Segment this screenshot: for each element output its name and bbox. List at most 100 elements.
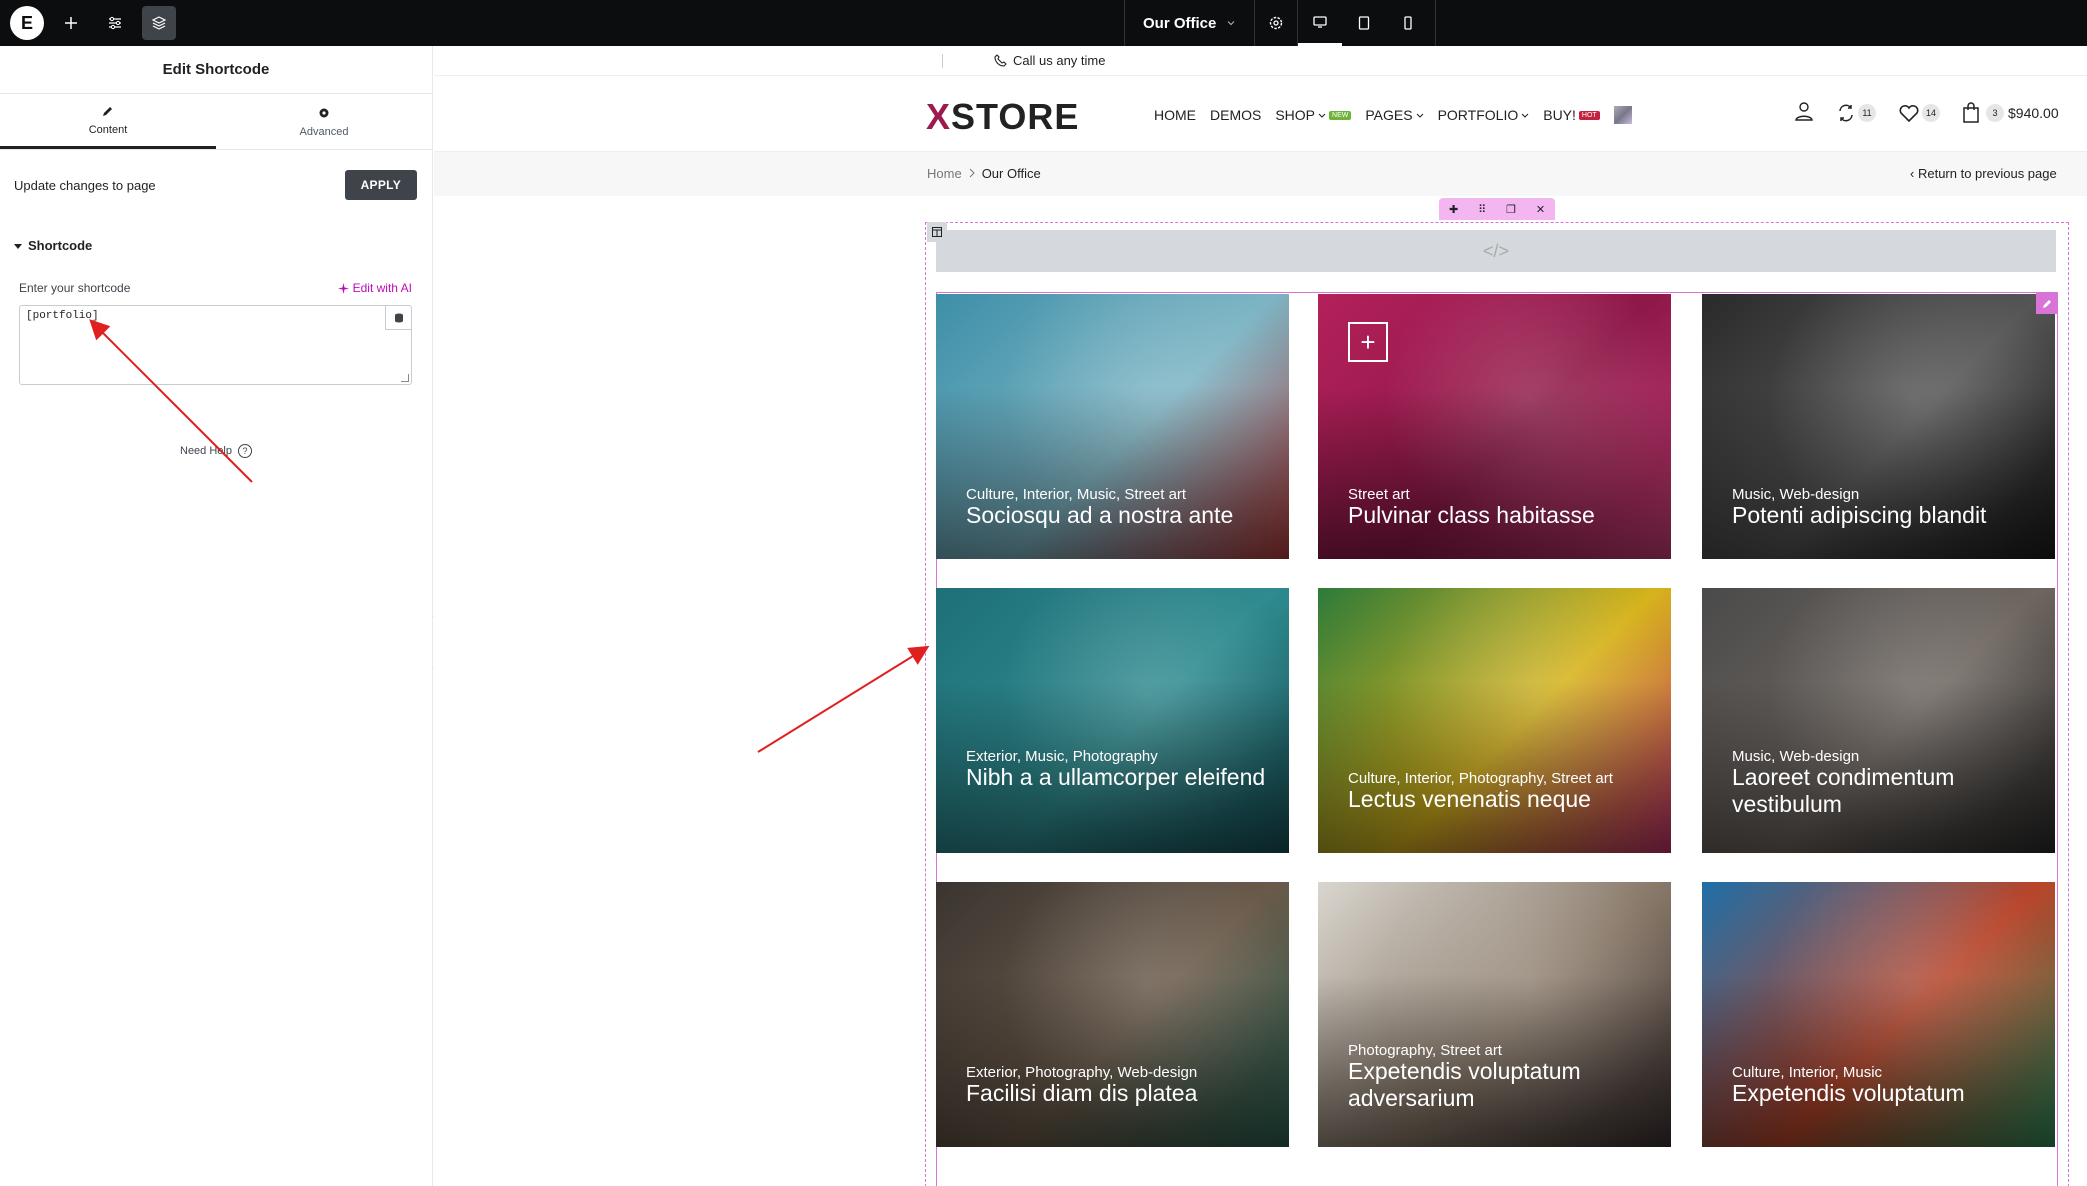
menu-item-portfolio[interactable]: PORTFOLIO <box>1438 107 1530 123</box>
chevron-left-icon: ‹ <box>1910 166 1915 181</box>
portfolio-category[interactable]: Culture, Interior, Photography, Street a… <box>1348 770 1613 787</box>
portfolio-title[interactable]: Lectus venenatis neque <box>1348 786 1648 813</box>
pencil-icon <box>103 107 112 116</box>
page-settings-button[interactable] <box>1254 0 1299 46</box>
tab-content[interactable]: Content <box>0 94 216 149</box>
return-link[interactable]: ‹ Return to previous page <box>1910 166 2057 181</box>
chevron-down-icon <box>1521 113 1529 118</box>
menu-item-buy[interactable]: BUY! HOT <box>1543 107 1600 123</box>
edit-with-ai-button[interactable]: Edit with AI <box>337 281 412 295</box>
column-icon <box>932 227 942 237</box>
menu-item-demos[interactable]: DEMOS <box>1210 107 1261 123</box>
return-link-label: Return to previous page <box>1917 166 2057 181</box>
close-icon[interactable]: ✕ <box>1536 203 1545 216</box>
column-handle[interactable] <box>927 222 947 242</box>
portfolio-category[interactable]: Music, Web-design <box>1732 486 1859 503</box>
mobile-view-button[interactable] <box>1386 0 1430 46</box>
cart-count: 3 <box>1986 103 2004 122</box>
chevron-down-icon <box>1318 113 1326 118</box>
page-selector[interactable]: Our Office <box>1124 0 1254 46</box>
hot-badge: HOT <box>1578 110 1600 120</box>
menu-item-shop[interactable]: SHOP NEW <box>1275 107 1352 123</box>
portfolio-title[interactable]: Expetendis voluptatum <box>1732 1080 2032 1107</box>
xstore-logo[interactable]: XSTORE <box>926 96 1079 138</box>
shortcode-input[interactable]: [portfolio] <box>19 305 412 385</box>
breadcrumb-home[interactable]: Home <box>927 166 962 181</box>
desktop-view-button[interactable] <box>1298 0 1343 46</box>
portfolio-category[interactable]: Photography, Street art <box>1348 1042 1502 1059</box>
cart-button[interactable]: 3 $940.00 <box>1962 101 2059 124</box>
portfolio-category[interactable]: Culture, Interior, Music <box>1732 1064 1882 1081</box>
main-menu: HOME DEMOS SHOP NEW PAGES PORTFOLIO BUY!… <box>1154 106 1632 124</box>
shortcode-value: [portfolio] <box>26 310 99 322</box>
shortcode-field-label-row: Enter your shortcode Edit with AI <box>0 281 432 295</box>
portfolio-category[interactable]: Exterior, Photography, Web-design <box>966 1064 1197 1081</box>
chevron-down-icon <box>1227 21 1235 26</box>
menu-item-pages[interactable]: PAGES <box>1365 107 1423 123</box>
shortcode-section-toggle[interactable]: Shortcode <box>0 238 432 253</box>
edit-widget-button[interactable] <box>2036 292 2058 314</box>
portfolio-title[interactable]: Sociosqu ad a nostra ante <box>966 502 1266 529</box>
image-overlay <box>1702 386 2055 559</box>
desktop-icon <box>1313 15 1328 28</box>
top-line-divider <box>942 54 943 68</box>
add-section-icon[interactable]: ✚ <box>1449 203 1458 216</box>
duplicate-icon[interactable]: ❐ <box>1506 203 1516 216</box>
portfolio-category[interactable]: Street art <box>1348 486 1410 503</box>
elementor-logo-button[interactable]: E <box>10 6 44 40</box>
portfolio-title[interactable]: Pulvinar class habitasse <box>1348 502 1648 529</box>
new-badge: NEW <box>1329 110 1352 120</box>
portfolio-title[interactable]: Expetendis voluptatum adversarium <box>1348 1058 1648 1112</box>
portfolio-item[interactable]: Culture, Interior, Photography, Street a… <box>1318 588 1671 853</box>
site-header: XSTORE HOME DEMOS SHOP NEW PAGES PORTFOL… <box>434 76 2087 152</box>
site-settings-button[interactable] <box>98 6 132 40</box>
wishlist-button[interactable]: 14 <box>1898 103 1940 123</box>
portfolio-category[interactable]: Music, Web-design <box>1732 748 1859 765</box>
apply-button[interactable]: APPLY <box>344 170 417 200</box>
sparkle-icon <box>337 282 349 294</box>
dynamic-tags-button[interactable] <box>385 306 411 330</box>
resize-handle[interactable] <box>401 374 409 382</box>
portfolio-item[interactable]: Photography, Street art Expetendis volupt… <box>1318 882 1671 1147</box>
portfolio-item[interactable]: Culture, Interior, Music, Street art Soci… <box>936 294 1289 559</box>
portfolio-item[interactable]: + Street art Pulvinar class habitasse <box>1318 294 1671 559</box>
portfolio-item[interactable]: Exterior, Music, Photography Nibh a a ull… <box>936 588 1289 853</box>
image-overlay <box>936 386 1289 559</box>
portfolio-title[interactable]: Laoreet condimentum vestibulum <box>1732 764 2032 818</box>
tab-advanced[interactable]: Advanced <box>216 94 432 149</box>
compare-button[interactable]: 11 <box>1836 103 1876 123</box>
portfolio-item[interactable]: Exterior, Photography, Web-design Facilis… <box>936 882 1289 1147</box>
question-icon: ? <box>237 444 252 458</box>
add-element-button[interactable] <box>54 6 88 40</box>
portfolio-category[interactable]: Exterior, Music, Photography <box>966 748 1158 765</box>
edit-panel: Edit Shortcode Content Advanced Update c… <box>0 46 433 1186</box>
shortcode-widget-placeholder[interactable]: </> <box>936 230 2056 272</box>
drag-handle-icon[interactable]: ⠿ <box>1478 203 1486 216</box>
preview-canvas: Call us any time XSTORE HOME DEMOS SHOP … <box>434 46 2087 1186</box>
image-overlay <box>1318 386 1671 559</box>
tablet-view-button[interactable] <box>1342 0 1386 46</box>
portfolio-category[interactable]: Culture, Interior, Music, Street art <box>966 486 1186 503</box>
breadcrumb-bar: Home Our Office ‹ Return to previous pag… <box>434 152 2087 196</box>
plus-icon[interactable]: + <box>1348 322 1388 362</box>
portfolio-item[interactable]: Music, Web-design Laoreet condimentum ves… <box>1702 588 2055 853</box>
portfolio-title[interactable]: Facilisi diam dis platea <box>966 1080 1266 1107</box>
portfolio-item[interactable]: Culture, Interior, Music Expetendis volup… <box>1702 882 2055 1147</box>
layers-icon <box>151 16 167 30</box>
menu-item-demos-label: DEMOS <box>1210 107 1262 123</box>
account-button[interactable] <box>1794 101 1814 124</box>
tablet-icon <box>1359 16 1370 30</box>
logo-x: X <box>926 96 952 137</box>
structure-button[interactable] <box>142 6 176 40</box>
database-icon <box>394 313 403 322</box>
gear-icon <box>319 108 329 117</box>
portfolio-title[interactable]: Potenti adipiscing blandit <box>1732 502 2032 529</box>
portfolio-title[interactable]: Nibh a a ullamcorper eleifend <box>966 764 1266 791</box>
need-help-link[interactable]: Need Help ? <box>180 444 252 458</box>
call-us[interactable]: Call us any time <box>994 53 1105 68</box>
menu-thumbnail-image[interactable] <box>1613 106 1632 124</box>
call-text: Call us any time <box>1013 53 1106 68</box>
portfolio-item[interactable]: Music, Web-design Potenti adipiscing blan… <box>1702 294 2055 559</box>
menu-item-home[interactable]: HOME <box>1154 107 1196 123</box>
user-icon <box>1795 102 1813 121</box>
